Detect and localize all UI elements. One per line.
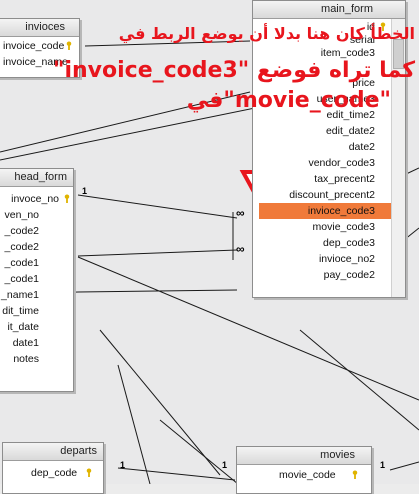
annotation-line-3: في"movie_code" [186, 88, 391, 113]
field-row[interactable]: _name1 [0, 287, 73, 303]
field-row[interactable]: pay_code2 [253, 267, 391, 283]
field-list: invoce_no ven_no _code2 _code2 _code1 _c… [0, 191, 73, 391]
field-list: dep_code [3, 465, 103, 493]
field-name: vendor_code3 [308, 157, 375, 169]
field-name: invoce_no [11, 193, 59, 205]
field-row[interactable]: invoice_code [0, 38, 79, 54]
field-name: _code2 [4, 241, 39, 253]
table-title: main_form [253, 1, 405, 19]
field-name: _name1 [1, 289, 39, 301]
key-icon [352, 470, 358, 479]
field-row[interactable]: movie_code [237, 467, 371, 483]
field-row[interactable]: _code1 [0, 271, 73, 287]
field-name: pay_code2 [323, 269, 375, 281]
field-name: notes [13, 353, 39, 365]
table-title: head_form [0, 169, 73, 187]
field-name: invoice_code [3, 40, 65, 52]
field-name: movie_code3 [312, 221, 375, 233]
field-row[interactable]: ven_no [0, 207, 73, 223]
field-list: movie_code [237, 467, 371, 493]
field-row[interactable]: vendor_code3 [253, 155, 391, 171]
table-head-form[interactable]: head_form invoce_no ven_no _code2 _code2… [0, 168, 74, 392]
annotation-line-2: "invoice_code3" كما تراه فوضع [53, 58, 415, 83]
field-row[interactable]: tax_precent2 [253, 171, 391, 187]
field-row[interactable]: notes [0, 351, 73, 367]
table-movies[interactable]: movies movie_code [236, 446, 372, 494]
cardinality-one: 1 [222, 460, 228, 470]
key-icon [66, 41, 72, 50]
field-name: discount_precent2 [289, 189, 375, 201]
field-row[interactable]: date1 [0, 335, 73, 351]
field-row[interactable]: discount_precent2 [253, 187, 391, 203]
table-main-form[interactable]: main_form id serial item_code3 price use… [252, 0, 406, 298]
field-row[interactable]: dep_code3 [253, 235, 391, 251]
field-row[interactable]: edit_date2 [253, 123, 391, 139]
field-row[interactable]: invoce_no [0, 191, 73, 207]
field-name: invioce_code3 [307, 205, 375, 217]
key-icon [64, 194, 70, 203]
table-title: movies [237, 447, 371, 465]
key-icon [86, 468, 92, 477]
field-name: movie_code [279, 469, 336, 481]
field-name: it_date [7, 321, 39, 333]
field-name: edit_date2 [325, 125, 375, 137]
field-row[interactable]: dep_code [3, 465, 103, 481]
field-name: date1 [12, 337, 39, 349]
field-row[interactable]: dit_time [0, 303, 73, 319]
field-row[interactable]: date2 [253, 139, 391, 155]
field-name: invioce_no2 [318, 253, 375, 265]
field-row[interactable]: _code1 [0, 255, 73, 271]
field-name: dep_code [31, 467, 78, 479]
field-name: ven_no [4, 209, 39, 221]
field-name: date2 [348, 141, 375, 153]
field-row-highlighted[interactable]: invioce_code3 [259, 203, 391, 219]
field-name: dit_time [2, 305, 39, 317]
field-row[interactable]: _code2 [0, 223, 73, 239]
cardinality-many: ∞ [236, 242, 245, 256]
cardinality-one: 1 [82, 186, 88, 196]
field-row[interactable]: _code2 [0, 239, 73, 255]
table-title: departs [3, 443, 103, 461]
annotation-line-1: الخطأ كان هنا بدلا أن يوضع الربط في [118, 24, 415, 43]
field-row[interactable]: invioce_no2 [253, 251, 391, 267]
cardinality-many: ∞ [236, 206, 245, 220]
field-name: _code1 [4, 273, 39, 285]
field-name: _code1 [4, 257, 39, 269]
field-name: _code2 [4, 225, 39, 237]
cardinality-one: 1 [380, 460, 386, 470]
table-title: invioces [0, 19, 79, 37]
field-name: dep_code3 [323, 237, 375, 249]
field-row[interactable]: movie_code3 [253, 219, 391, 235]
field-name: tax_precent2 [314, 173, 375, 185]
cardinality-one: 1 [120, 460, 126, 470]
table-departs[interactable]: departs dep_code [2, 442, 104, 494]
field-row[interactable]: it_date [0, 319, 73, 335]
